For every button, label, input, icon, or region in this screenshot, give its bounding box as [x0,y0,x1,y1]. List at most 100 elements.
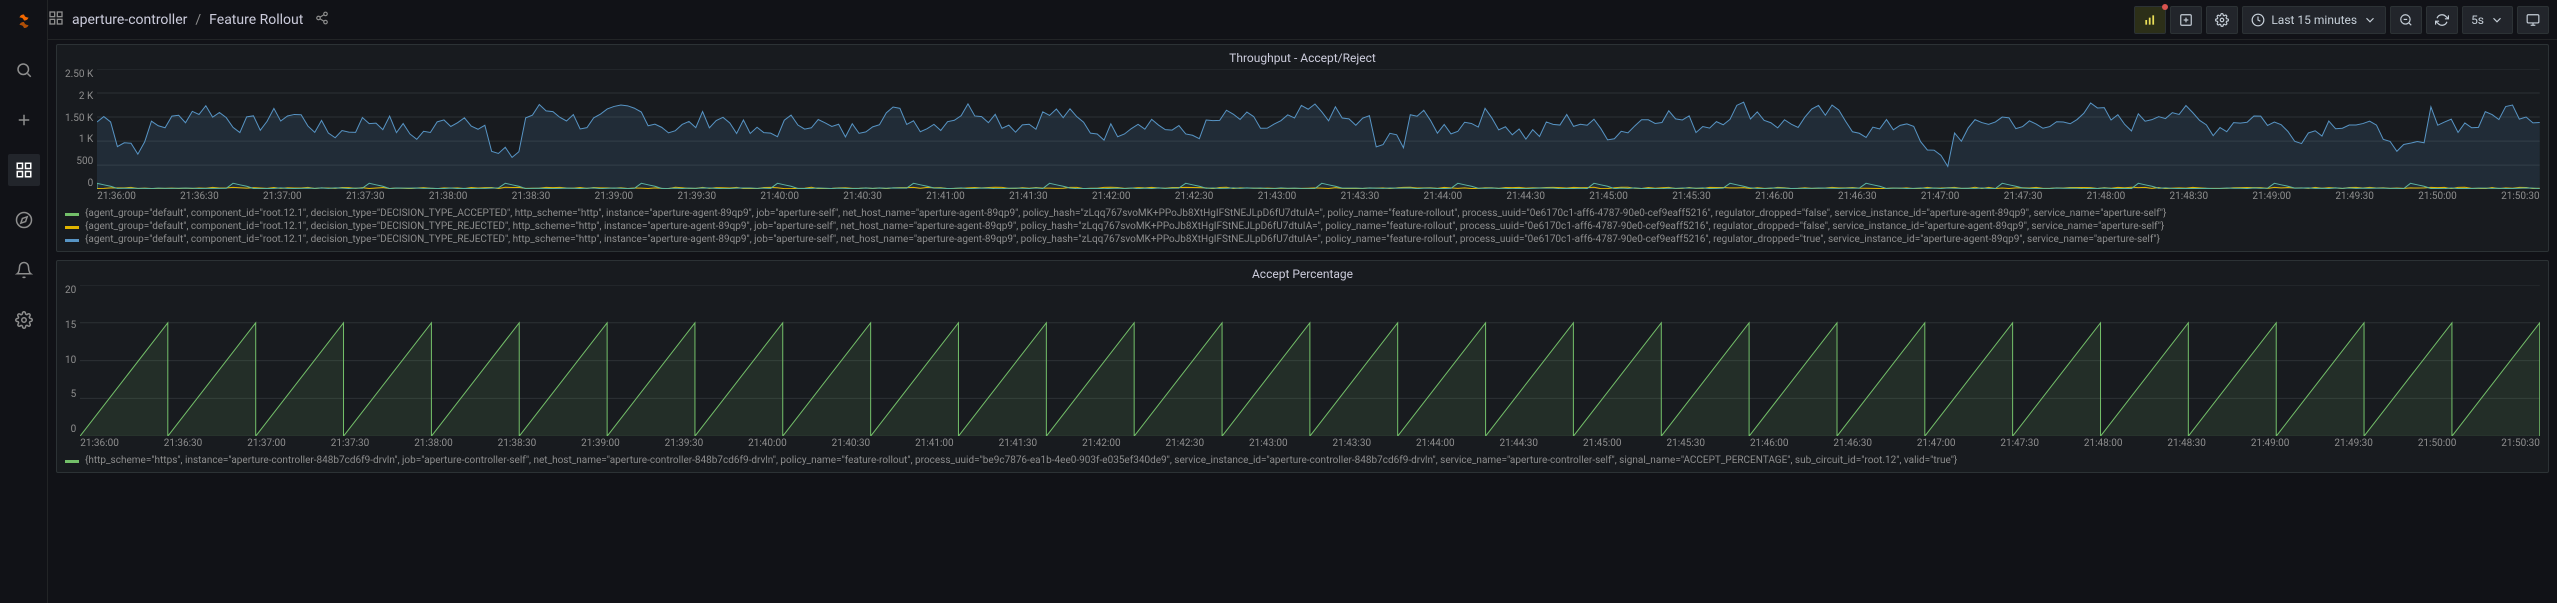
y-tick: 15 [65,320,76,331]
x-tick: 21:36:30 [180,191,219,202]
legend: {agent_group="default", component_id="ro… [65,206,2540,245]
share-icon[interactable] [315,11,329,29]
x-tick: 21:46:30 [1838,191,1877,202]
panel-title: Accept Percentage [65,265,2540,285]
x-tick: 21:36:30 [164,438,203,449]
x-tick: 21:42:00 [1082,438,1121,449]
x-tick: 21:40:30 [832,438,871,449]
x-tick: 21:38:00 [414,438,453,449]
addons-button[interactable] [2134,6,2166,34]
x-tick: 21:43:00 [1249,438,1288,449]
breadcrumb-folder[interactable]: aperture-controller [72,12,187,28]
toolbar: Last 15 minutes 5s [2134,6,2549,34]
settings-icon[interactable] [8,304,40,336]
sidebar [0,0,48,603]
chart-throughput[interactable] [97,69,2540,189]
x-tick: 21:50:30 [2501,191,2540,202]
chevron-down-icon [2490,13,2504,27]
x-tick: 21:38:30 [512,191,551,202]
x-tick: 21:36:00 [80,438,119,449]
legend-item[interactable]: {agent_group="default", component_id="ro… [65,208,2540,219]
x-tick: 21:45:30 [1666,438,1705,449]
legend-label: {agent_group="default", component_id="ro… [85,208,2166,219]
search-icon[interactable] [8,54,40,86]
x-tick: 21:43:00 [1258,191,1297,202]
chart-accept-percentage[interactable] [80,285,2540,436]
x-tick: 21:41:00 [926,191,965,202]
zoom-out-button[interactable] [2390,6,2422,34]
x-tick: 21:39:30 [665,438,704,449]
x-tick: 21:48:00 [2087,191,2126,202]
x-tick: 21:41:30 [1009,191,1048,202]
x-tick: 21:39:30 [678,191,717,202]
view-mode-button[interactable] [2517,6,2549,34]
y-tick: 0 [71,424,77,435]
topbar: aperture-controller / Feature Rollout La… [0,0,2557,40]
x-tick: 21:49:00 [2251,438,2290,449]
legend-swatch [65,460,79,463]
x-tick: 21:44:30 [1499,438,1538,449]
x-tick: 21:49:30 [2334,438,2373,449]
x-tick: 21:48:00 [2084,438,2123,449]
y-tick: 1 K [79,134,93,145]
x-axis: 21:36:0021:36:3021:37:0021:37:3021:38:00… [97,189,2540,206]
x-tick: 21:40:30 [843,191,882,202]
x-tick: 21:48:30 [2167,438,2206,449]
x-tick: 21:44:00 [1424,191,1463,202]
dashboard-grid-icon[interactable] [48,10,64,30]
panel-throughput[interactable]: Throughput - Accept/Reject 2.50 K2 K1.50… [56,44,2549,252]
legend-label: {http_scheme="https", instance="aperture… [85,455,1957,466]
add-panel-button[interactable] [2170,6,2202,34]
x-tick: 21:45:30 [1672,191,1711,202]
x-tick: 21:50:00 [2418,191,2457,202]
x-tick: 21:43:30 [1333,438,1372,449]
x-tick: 21:50:00 [2418,438,2457,449]
x-tick: 21:37:00 [247,438,286,449]
x-tick: 21:36:00 [97,191,136,202]
y-tick: 500 [76,156,93,167]
breadcrumb-dashboard[interactable]: Feature Rollout [209,12,303,28]
plus-icon[interactable] [8,104,40,136]
alerting-icon[interactable] [8,254,40,286]
x-tick: 21:43:30 [1341,191,1380,202]
x-tick: 21:40:00 [748,438,787,449]
chevron-down-icon [2363,13,2377,27]
x-tick: 21:41:00 [915,438,954,449]
x-tick: 21:40:00 [760,191,799,202]
x-tick: 21:42:30 [1175,191,1214,202]
x-tick: 21:41:30 [999,438,1038,449]
x-tick: 21:42:30 [1166,438,1205,449]
time-range-label: Last 15 minutes [2271,13,2357,27]
x-tick: 21:38:00 [429,191,468,202]
refresh-button[interactable] [2426,6,2458,34]
legend-item[interactable]: {agent_group="default", component_id="ro… [65,234,2540,245]
x-tick: 21:47:00 [1917,438,1956,449]
x-tick: 21:45:00 [1589,191,1628,202]
x-tick: 21:39:00 [581,438,620,449]
x-tick: 21:38:30 [498,438,537,449]
x-tick: 21:46:00 [1750,438,1789,449]
x-tick: 21:42:00 [1092,191,1131,202]
y-tick: 20 [65,285,76,296]
refresh-interval-picker[interactable]: 5s [2462,6,2513,34]
explore-icon[interactable] [8,204,40,236]
x-tick: 21:47:30 [2004,191,2043,202]
x-tick: 21:46:00 [1755,191,1794,202]
x-tick: 21:47:00 [1921,191,1960,202]
panel-accept-percentage[interactable]: Accept Percentage 20151050 21:36:0021:36… [56,260,2549,473]
legend: {http_scheme="https", instance="aperture… [65,453,2540,466]
y-tick: 2 K [79,91,93,102]
refresh-interval-label: 5s [2471,13,2484,27]
time-range-picker[interactable]: Last 15 minutes [2242,6,2386,34]
legend-item[interactable]: {agent_group="default", component_id="ro… [65,221,2540,232]
grafana-logo[interactable] [10,8,38,36]
legend-label: {agent_group="default", component_id="ro… [85,234,2160,245]
dashboards-icon[interactable] [8,154,40,186]
legend-swatch [65,226,79,229]
y-axis: 2.50 K2 K1.50 K1 K5000 [65,69,97,189]
legend-item[interactable]: {http_scheme="https", instance="aperture… [65,455,2540,466]
legend-swatch [65,239,79,242]
dashboard-content: Throughput - Accept/Reject 2.50 K2 K1.50… [48,40,2557,603]
x-tick: 21:47:30 [2000,438,2039,449]
dashboard-settings-button[interactable] [2206,6,2238,34]
